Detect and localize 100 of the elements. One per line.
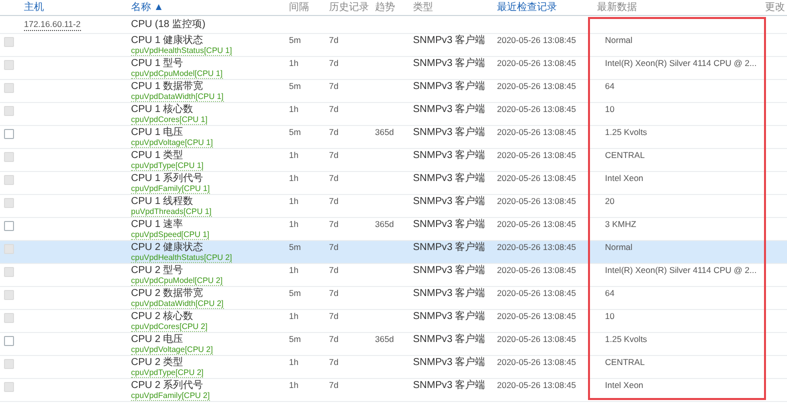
latest-value: 1.25 Kvolts [605, 127, 648, 137]
last-check-time: 2020-05-26 13:08:45 [497, 35, 576, 45]
table-cell: 7d [329, 196, 338, 206]
table-cell: 1h [289, 150, 298, 160]
table-cell: 5m [289, 288, 301, 298]
item-type: SNMPv3 客户端 [413, 196, 486, 207]
item-type: SNMPv3 客户端 [413, 150, 486, 161]
checkbox[interactable] [4, 129, 14, 139]
last-check-time: 2020-05-26 13:08:45 [497, 173, 576, 183]
column-header: 更改 [765, 2, 785, 14]
column-header: 间隔 [289, 2, 309, 14]
item-name: CPU 2 健康状态 [131, 242, 204, 253]
item-type: SNMPv3 客户端 [413, 173, 486, 184]
item-name: CPU 2 核心数 [131, 311, 194, 322]
table-cell: 1h [289, 173, 298, 183]
item-name: CPU 1 健康状态 [131, 35, 204, 46]
item-name: CPU 1 类型 [131, 150, 184, 161]
latest-value: Intel(R) Xeon(R) Silver 4114 CPU @ 2... [605, 58, 757, 68]
latest-value: 10 [605, 104, 614, 114]
item-key-link[interactable]: cpuVpdVoltage[CPU 2] [131, 345, 213, 355]
item-type: SNMPv3 客户端 [413, 127, 486, 138]
checkbox[interactable] [4, 336, 14, 346]
table-cell: 365d [375, 334, 394, 344]
item-name: CPU 2 型号 [131, 265, 184, 276]
latest-value: Intel Xeon [605, 173, 644, 183]
table-cell: 1h [289, 265, 298, 275]
item-name: CPU 1 线程数 [131, 196, 194, 207]
table-cell: 7d [329, 81, 338, 91]
table-row[interactable]: CPU 2 电压 cpuVpdVoltage[CPU 2] 5m 7d 365d SNMPv3 客户端 2020-05-26 13:08:45 1.25 Kvolts [0, 333, 787, 356]
item-type: SNMPv3 客户端 [413, 219, 486, 230]
column-header: 历史记录 [329, 2, 369, 14]
table-cell: 7d [329, 380, 338, 390]
item-type: SNMPv3 客户端 [413, 380, 486, 391]
table-cell: 7d [329, 242, 338, 252]
latest-value: 3 KMHZ [605, 219, 636, 229]
table-cell: 7d [329, 150, 338, 160]
item-name: CPU 1 电压 [131, 127, 184, 138]
last-check-time: 2020-05-26 13:08:45 [497, 104, 576, 114]
table-cell: 5m [289, 242, 301, 252]
table-cell: 7d [329, 127, 338, 137]
column-header: 最新数据 [597, 2, 637, 14]
item-type: SNMPv3 客户端 [413, 311, 486, 322]
item-type: SNMPv3 客户端 [413, 357, 486, 368]
last-check-time: 2020-05-26 13:08:45 [497, 311, 576, 321]
item-name: CPU 1 系列代号 [131, 173, 204, 184]
table-cell: 365d [375, 127, 394, 137]
last-check-time: 2020-05-26 13:08:45 [497, 58, 576, 68]
table-cell: 1h [289, 196, 298, 206]
table-cell: 5m [289, 81, 301, 91]
item-type: SNMPv3 客户端 [413, 334, 486, 345]
item-key-link[interactable]: cpuVpdSpeed[CPU 1] [131, 230, 210, 240]
latest-value: 10 [605, 311, 614, 321]
latest-value: 64 [605, 288, 614, 298]
table-cell: 1h [289, 104, 298, 114]
table-cell: 7d [329, 219, 338, 229]
latest-value: Normal [605, 35, 632, 45]
item-type: SNMPv3 客户端 [413, 242, 486, 253]
last-check-time: 2020-05-26 13:08:45 [497, 265, 576, 275]
last-check-time: 2020-05-26 13:08:45 [497, 127, 576, 137]
item-name: CPU 2 类型 [131, 357, 184, 368]
table-cell: 1h [289, 311, 298, 321]
last-check-time: 2020-05-26 13:08:45 [497, 242, 576, 252]
checkbox[interactable] [4, 221, 14, 231]
item-type: SNMPv3 客户端 [413, 104, 486, 115]
column-header[interactable]: 主机 [24, 2, 44, 14]
item-type: SNMPv3 客户端 [413, 81, 486, 92]
table-cell: 1h [289, 380, 298, 390]
table-cell: 7d [329, 173, 338, 183]
latest-value: Normal [605, 242, 632, 252]
item-type: SNMPv3 客户端 [413, 35, 486, 46]
latest-value: 1.25 Kvolts [605, 334, 648, 344]
column-header: 趋势 [375, 2, 395, 14]
table-cell: 5m [289, 35, 301, 45]
last-check-time: 2020-05-26 13:08:45 [497, 380, 576, 390]
latest-value: 20 [605, 196, 614, 206]
last-check-time: 2020-05-26 13:08:45 [497, 334, 576, 344]
table-cell: 365d [375, 219, 394, 229]
table-cell: 7d [329, 104, 338, 114]
host-link[interactable]: 172.16.60.11-2 [24, 18, 81, 31]
last-check-time: 2020-05-26 13:08:45 [497, 288, 576, 298]
item-name: CPU 1 核心数 [131, 104, 194, 115]
column-header[interactable]: 最近检查记录 [497, 2, 557, 14]
latest-value: Intel(R) Xeon(R) Silver 4114 CPU @ 2... [605, 265, 757, 275]
item-name: CPU 2 数据带宽 [131, 288, 204, 299]
table-cell: 7d [329, 265, 338, 275]
table-cell: 7d [329, 288, 338, 298]
table-row[interactable]: CPU 1 电压 cpuVpdVoltage[CPU 1] 5m 7d 365d SNMPv3 客户端 2020-05-26 13:08:45 1.25 Kvolts [0, 126, 787, 149]
table-cell: 7d [329, 311, 338, 321]
table-cell: 1h [289, 357, 298, 367]
item-key-link[interactable]: cpuVpdVoltage[CPU 1] [131, 138, 213, 148]
table-cell: 7d [329, 35, 338, 45]
group-title: CPU (18 监控项) [131, 18, 206, 30]
table-cell: 7d [329, 334, 338, 344]
latest-value: Intel Xeon [605, 380, 644, 390]
table-cell: 7d [329, 58, 338, 68]
column-header: 类型 [413, 2, 433, 14]
item-name: CPU 1 型号 [131, 58, 184, 69]
table-row[interactable]: CPU 1 速率 cpuVpdSpeed[CPU 1] 1h 7d 365d SNMPv3 客户端 2020-05-26 13:08:45 3 KMHZ [0, 218, 787, 241]
column-header[interactable]: 名称 ▲ [131, 2, 164, 14]
item-type: SNMPv3 客户端 [413, 288, 486, 299]
